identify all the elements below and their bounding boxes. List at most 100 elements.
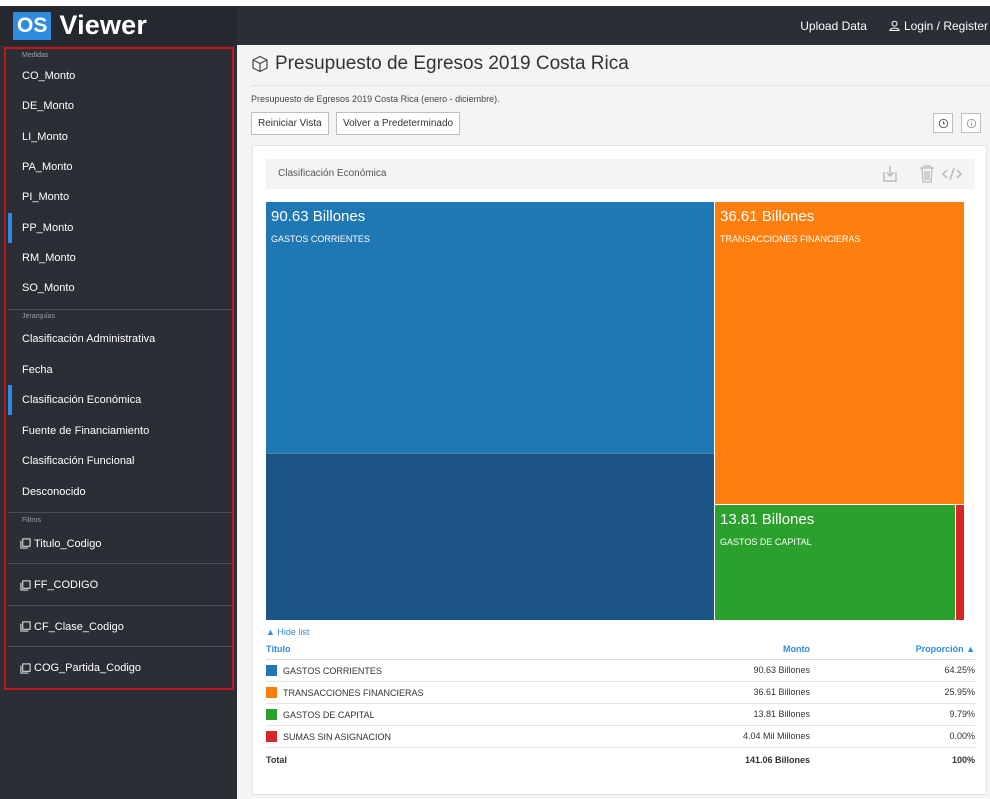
row-title-text: GASTOS DE CAPITAL (283, 709, 375, 720)
column-header-monto[interactable]: Monto (783, 644, 810, 654)
info-button-secondary[interactable] (961, 113, 981, 133)
app-logo[interactable]: OS Viewer (0, 6, 237, 45)
row-title-text: SUMAS SIN ASIGNACION (283, 731, 392, 742)
page-title: Presupuesto de Egresos 2019 Costa Rica (275, 53, 629, 74)
treemap-cell-value: 36.61 Billones (720, 208, 815, 225)
sidebar-item[interactable]: PA_Monto (8, 152, 234, 182)
list-header: Título Monto Proporción ▲ (266, 640, 975, 660)
treemap-chart: 90.63 Billones GASTOS CORRIENTES 36.61 Bil… (266, 202, 964, 620)
title-row: Presupuesto de Egresos 2019 Costa Rica (251, 53, 629, 75)
sidebar-item[interactable]: SO_Monto (8, 273, 234, 303)
list-row[interactable]: TRANSACCIONES FINANCIERAS 36.61 Billones 2… (266, 682, 975, 704)
total-row: Total 141.06 Billones 100% (266, 748, 975, 772)
sidebar-divider (8, 309, 234, 310)
sidebar: Medidas Jerarquías Filtros CO_Monto DE_Mo… (0, 45, 237, 799)
row-title: GASTOS DE CAPITAL (266, 709, 375, 720)
sidebar-item[interactable]: Fecha (8, 355, 234, 385)
filters-section-label: Filtros (22, 517, 42, 524)
hide-list-toggle[interactable]: ▲ Hide list (266, 627, 309, 637)
hierarchies-section-label: Jerarquías (22, 313, 56, 320)
info-icon (966, 118, 976, 128)
color-swatch (266, 731, 277, 742)
row-title: GASTOS CORRIENTES (266, 665, 382, 676)
restore-default-button[interactable]: Volver a Predeterminado (336, 112, 461, 135)
sidebar-filter-label: FF_CODIGO (34, 579, 99, 591)
color-swatch (266, 709, 277, 720)
download-icon[interactable] (880, 164, 900, 184)
sidebar-filter-label: Titulo_Codigo (34, 537, 102, 550)
logo-badge: OS (13, 11, 52, 40)
row-monto: 90.63 Billones (753, 665, 810, 675)
row-proportion: 9.79% (949, 709, 975, 719)
row-title-text: TRANSACCIONES FINANCIERAS (283, 687, 424, 698)
treemap-cell[interactable]: 36.61 Billones TRANSACCIONES FINANCIERAS (715, 202, 964, 504)
sidebar-filter-label: COG_Partida_Codigo (34, 662, 142, 674)
info-button[interactable] (933, 113, 953, 133)
treemap-cell[interactable] (956, 505, 964, 620)
sidebar-item[interactable]: LI_Monto (8, 122, 234, 152)
treemap-subcell[interactable] (266, 453, 714, 620)
top-nav: Upload Data Login / Register (800, 6, 990, 45)
row-title: SUMAS SIN ASIGNACION (266, 731, 391, 742)
list-row[interactable]: GASTOS DE CAPITAL 13.81 Billones 9.79% (266, 704, 975, 726)
login-register-link[interactable]: Login / Register (889, 19, 988, 33)
reset-view-button[interactable]: Reiniciar Vista (251, 112, 329, 135)
total-monto: 141.06 Billones (744, 755, 810, 765)
page-description: Presupuesto de Egresos 2019 Costa Rica (… (251, 94, 500, 104)
trash-icon[interactable] (918, 164, 936, 184)
upload-data-link[interactable]: Upload Data (800, 19, 867, 33)
user-icon (889, 20, 900, 31)
sidebar-filter-item[interactable]: Titulo_Codigo (8, 524, 234, 564)
row-monto: 4.04 Mil Millones (742, 731, 810, 741)
row-title-text: GASTOS CORRIENTES (283, 665, 382, 676)
sidebar-item[interactable]: DE_Monto (8, 91, 234, 121)
filter-copy-icon (20, 538, 31, 549)
panel-header: Clasificación Económica (266, 159, 975, 189)
treemap-cell-label: TRANSACCIONES FINANCIERAS (720, 234, 861, 244)
row-proportion: 64.25% (944, 665, 975, 675)
sidebar-item[interactable]: PP_Monto (8, 212, 234, 243)
title-divider (251, 85, 990, 86)
list-row[interactable]: SUMAS SIN ASIGNACION 4.04 Mil Millones 0.0… (266, 726, 975, 748)
sidebar-item[interactable]: RM_Monto (8, 243, 234, 273)
sidebar-item[interactable]: Fuente de Financiamiento (8, 416, 234, 446)
clock-icon (938, 118, 948, 128)
measures-section-label: Medidas (22, 52, 49, 59)
panel-title: Clasificación Económica (278, 168, 387, 179)
sidebar-item[interactable]: Clasificación Administrativa (8, 324, 234, 354)
column-header-title[interactable]: Título (266, 644, 291, 654)
sidebar-filter-item[interactable]: FF_CODIGO (8, 566, 234, 606)
sidebar-filter-item[interactable]: COG_Partida_Codigo (8, 649, 234, 689)
color-swatch (266, 687, 277, 698)
treemap-cell[interactable]: 13.81 Billones GASTOS DE CAPITAL (715, 505, 955, 620)
column-header-proportion[interactable]: Proporción ▲ (916, 644, 975, 654)
cube-icon (252, 55, 268, 73)
login-register-label: Login / Register (903, 18, 988, 33)
sidebar-divider (8, 512, 234, 513)
sidebar-item[interactable]: PI_Monto (8, 182, 234, 212)
sidebar-filter-label: CF_Clase_Codigo (34, 620, 124, 633)
total-proportion: 100% (951, 755, 975, 765)
row-monto: 13.81 Billones (753, 709, 810, 719)
visualization-panel: Clasificación Económica 90.63 Billones GA… (252, 145, 987, 795)
sidebar-item[interactable]: Clasificación Funcional (8, 446, 234, 476)
list-row[interactable]: GASTOS CORRIENTES 90.63 Billones 64.25% (266, 660, 975, 682)
sidebar-filter-item[interactable]: CF_Clase_Codigo (8, 607, 234, 647)
row-monto: 36.61 Billones (753, 687, 810, 697)
top-bar: OS Viewer Upload Data Login / Register (0, 0, 990, 45)
row-title: TRANSACCIONES FINANCIERAS (266, 687, 424, 698)
embed-code-icon[interactable] (941, 164, 963, 184)
sidebar-item[interactable]: Clasificación Económica (8, 385, 234, 415)
treemap-cell-value: 90.63 Billones (271, 208, 366, 225)
logo-text: Viewer (59, 10, 148, 40)
treemap-cell-label: GASTOS CORRIENTES (271, 234, 370, 244)
sidebar-item[interactable]: CO_Monto (8, 61, 234, 91)
sidebar-item[interactable]: Desconocido (8, 477, 234, 507)
row-proportion: 0.00% (949, 731, 975, 741)
treemap-cell[interactable]: 90.63 Billones GASTOS CORRIENTES (266, 202, 714, 620)
data-list: Título Monto Proporción ▲ GASTOS CORRIEN… (266, 640, 975, 772)
row-proportion: 25.95% (944, 687, 975, 697)
treemap-cell-value: 13.81 Billones (720, 511, 815, 528)
main-content: Presupuesto de Egresos 2019 Costa Rica P… (237, 45, 990, 799)
total-label: Total (266, 755, 287, 765)
